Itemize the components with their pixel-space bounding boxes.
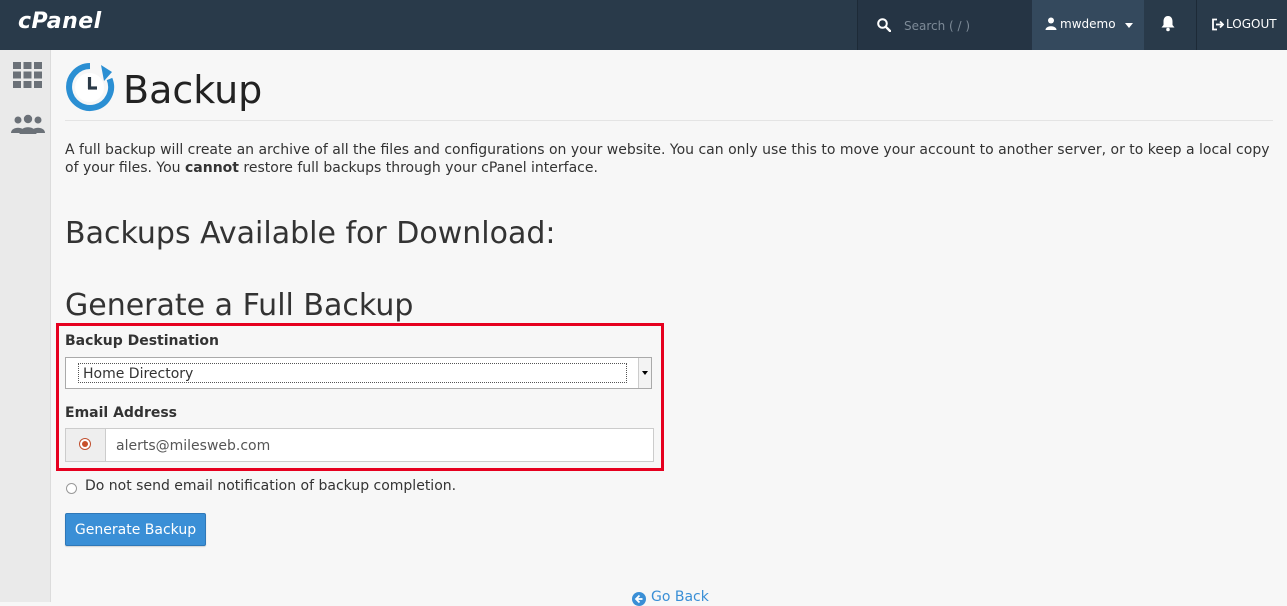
email-label: Email Address (65, 405, 178, 421)
generate-backup-heading: Generate a Full Backup (65, 288, 414, 323)
username: mwdemo (1060, 17, 1116, 31)
description-bold: cannot (184, 160, 239, 176)
user-icon (1045, 17, 1057, 30)
email-radio-addon[interactable] (66, 429, 106, 461)
destination-select[interactable]: Home Directory (65, 357, 652, 389)
backup-icon (66, 63, 115, 111)
page-description: A full backup will create an archive of … (65, 141, 1270, 177)
backups-available-heading: Backups Available for Download: (65, 216, 556, 251)
page-title: Backup (123, 68, 263, 112)
destination-label: Backup Destination (65, 333, 220, 349)
logout-button[interactable]: LOGOUT (1196, 0, 1287, 50)
no-email-label[interactable]: Do not send email notification of backup… (85, 478, 456, 494)
no-email-radio[interactable] (66, 483, 77, 494)
left-sidebar (0, 50, 51, 602)
cpanel-logo[interactable]: cPanel (18, 9, 102, 34)
email-input-group (65, 428, 658, 463)
logout-icon (1212, 18, 1224, 31)
arrow-circle-left-icon (632, 592, 646, 606)
top-navbar: cPanel mwdemo LOGOUT (0, 0, 1287, 50)
search-input[interactable] (902, 15, 1026, 37)
search-box[interactable] (857, 0, 1032, 50)
logout-label: LOGOUT (1226, 17, 1277, 31)
grid-icon[interactable] (13, 62, 42, 88)
search-icon (877, 18, 891, 32)
dropdown-arrow[interactable] (638, 358, 651, 388)
description-text-end: restore full backups through your cPanel… (238, 160, 598, 176)
chevron-down-icon (1125, 23, 1133, 28)
title-divider (65, 120, 1273, 121)
email-field[interactable] (106, 429, 658, 463)
destination-value: Home Directory (78, 363, 627, 383)
go-back-label[interactable]: Go Back (651, 589, 709, 605)
generate-backup-button[interactable]: Generate Backup (65, 513, 206, 546)
radio-selected-icon[interactable] (79, 438, 91, 450)
user-menu[interactable]: mwdemo (1032, 0, 1144, 50)
bell-icon[interactable] (1160, 15, 1176, 32)
chevron-down-icon (642, 371, 648, 375)
users-icon[interactable] (10, 114, 46, 134)
